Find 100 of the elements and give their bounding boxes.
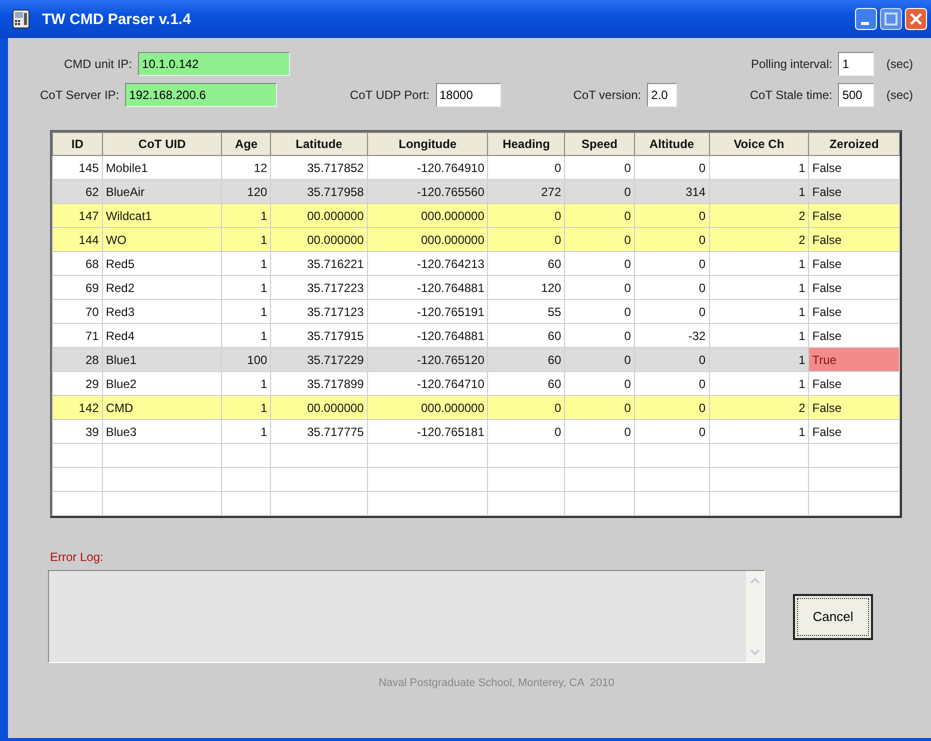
table-cell: -120.764213 [367,252,488,276]
table-cell: 0 [634,252,710,276]
table-cell: 0 [488,396,565,420]
unit-label: (sec) [886,57,913,71]
table-cell: False [808,228,900,252]
table-cell: 272 [488,180,565,204]
table-cell: -120.764881 [367,276,488,300]
table-cell: -120.765191 [367,300,488,324]
table-cell: 1 [222,372,271,396]
table-cell: False [808,420,900,444]
table-cell: 0 [634,420,710,444]
port-field[interactable]: 18000 [436,83,500,107]
table-cell: -120.764710 [367,372,488,396]
cancel-button[interactable]: Cancel [793,594,873,640]
table-cell: False [808,324,900,348]
version-field[interactable]: 2.0 [647,83,678,107]
table-cell: False [808,204,900,228]
table-cell: 1 [222,396,271,420]
table-cell: 000.000000 [367,204,488,228]
table-cell: 1 [222,276,271,300]
table-cell: 29 [52,372,102,396]
table-cell: Wildcat1 [102,204,222,228]
table-cell: 1 [709,348,809,372]
footer-text: Naval Postgraduate School, Monterey, CA 2010 [378,677,614,689]
table-cell: Red5 [102,252,222,276]
table-cell: Red3 [102,300,222,324]
table-cell: 0 [564,348,634,372]
table-cell: 000.000000 [367,396,488,420]
table-cell: 0 [564,300,634,324]
column-header[interactable]: Speed [564,132,634,156]
scroll-bar[interactable] [746,571,764,662]
table-cell: 35.717899 [270,372,368,396]
column-header[interactable]: Age [222,132,271,156]
column-header[interactable]: Altitude [634,132,710,156]
table-cell: Red4 [102,324,222,348]
table-cell: False [808,300,900,324]
minimize-icon[interactable] [855,8,877,30]
table-cell: 0 [564,204,634,228]
field-label: CoT version: [573,88,642,102]
table-cell: 000.000000 [367,228,488,252]
column-header[interactable]: Longitude [367,132,488,156]
maximize-icon[interactable] [880,8,902,30]
table-cell: 147 [52,204,102,228]
table-cell: 1 [709,180,809,204]
table-cell: 35.716221 [270,252,368,276]
table-cell: 1 [222,420,271,444]
table-cell: -120.764910 [367,156,488,180]
column-header[interactable]: Voice Ch [709,132,809,156]
table-cell: 55 [488,300,565,324]
ip-field[interactable]: 192.168.200.6 [125,83,278,107]
stale-time-field[interactable]: 500 [838,83,874,107]
column-header[interactable]: Zeroized [808,132,900,156]
table-cell: False [808,372,900,396]
column-header[interactable]: CoT UID [102,132,222,156]
table-cell: 62 [52,180,102,204]
table-cell: 0 [634,372,710,396]
table-cell: 0 [488,420,565,444]
table-cell: 60 [488,348,565,372]
table-cell: 0 [564,180,634,204]
table-cell: 100 [222,348,271,372]
table-cell: 60 [488,324,565,348]
table-cell: 00.000000 [270,396,368,420]
table-cell: 1 [222,228,271,252]
table-cell: 1 [709,252,809,276]
close-icon[interactable] [905,8,927,30]
table-cell: 0 [634,276,710,300]
table-cell: 35.717852 [270,156,368,180]
table-cell: 1 [709,420,809,444]
field-label: CoT Server IP: [40,88,120,102]
unit-label: (sec) [886,88,913,102]
table-cell: 1 [222,300,271,324]
table-cell: 1 [709,300,809,324]
interval-field[interactable]: 1 [838,52,874,76]
table-cell: Red2 [102,276,222,300]
table-cell: 35.717775 [270,420,368,444]
error-log-box[interactable] [48,570,765,663]
column-header[interactable]: Heading [488,132,565,156]
table-cell: 00.000000 [270,228,368,252]
table-cell: 39 [52,420,102,444]
table-cell: 35.717229 [270,348,368,372]
table-cell: 35.717958 [270,180,368,204]
table-cell: False [808,180,900,204]
column-header[interactable]: Latitude [270,132,368,156]
table-cell: 0 [564,276,634,300]
table-cell: 70 [52,300,102,324]
table-cell: -120.764881 [367,324,488,348]
table-cell: 35.717123 [270,300,368,324]
column-header[interactable]: ID [52,132,102,156]
table-cell: 12 [222,156,271,180]
table-cell: -120.765181 [367,420,488,444]
table-cell: 0 [564,252,634,276]
ip-field[interactable]: 10.1.0.142 [138,52,290,76]
table-cell: Blue2 [102,372,222,396]
table-cell: 0 [564,396,634,420]
table-cell: False [808,396,900,420]
table-cell: -120.765560 [367,180,488,204]
table-cell: 0 [634,396,710,420]
table-cell: False [808,252,900,276]
table-cell: 0 [634,228,710,252]
table-cell: 1 [709,276,809,300]
